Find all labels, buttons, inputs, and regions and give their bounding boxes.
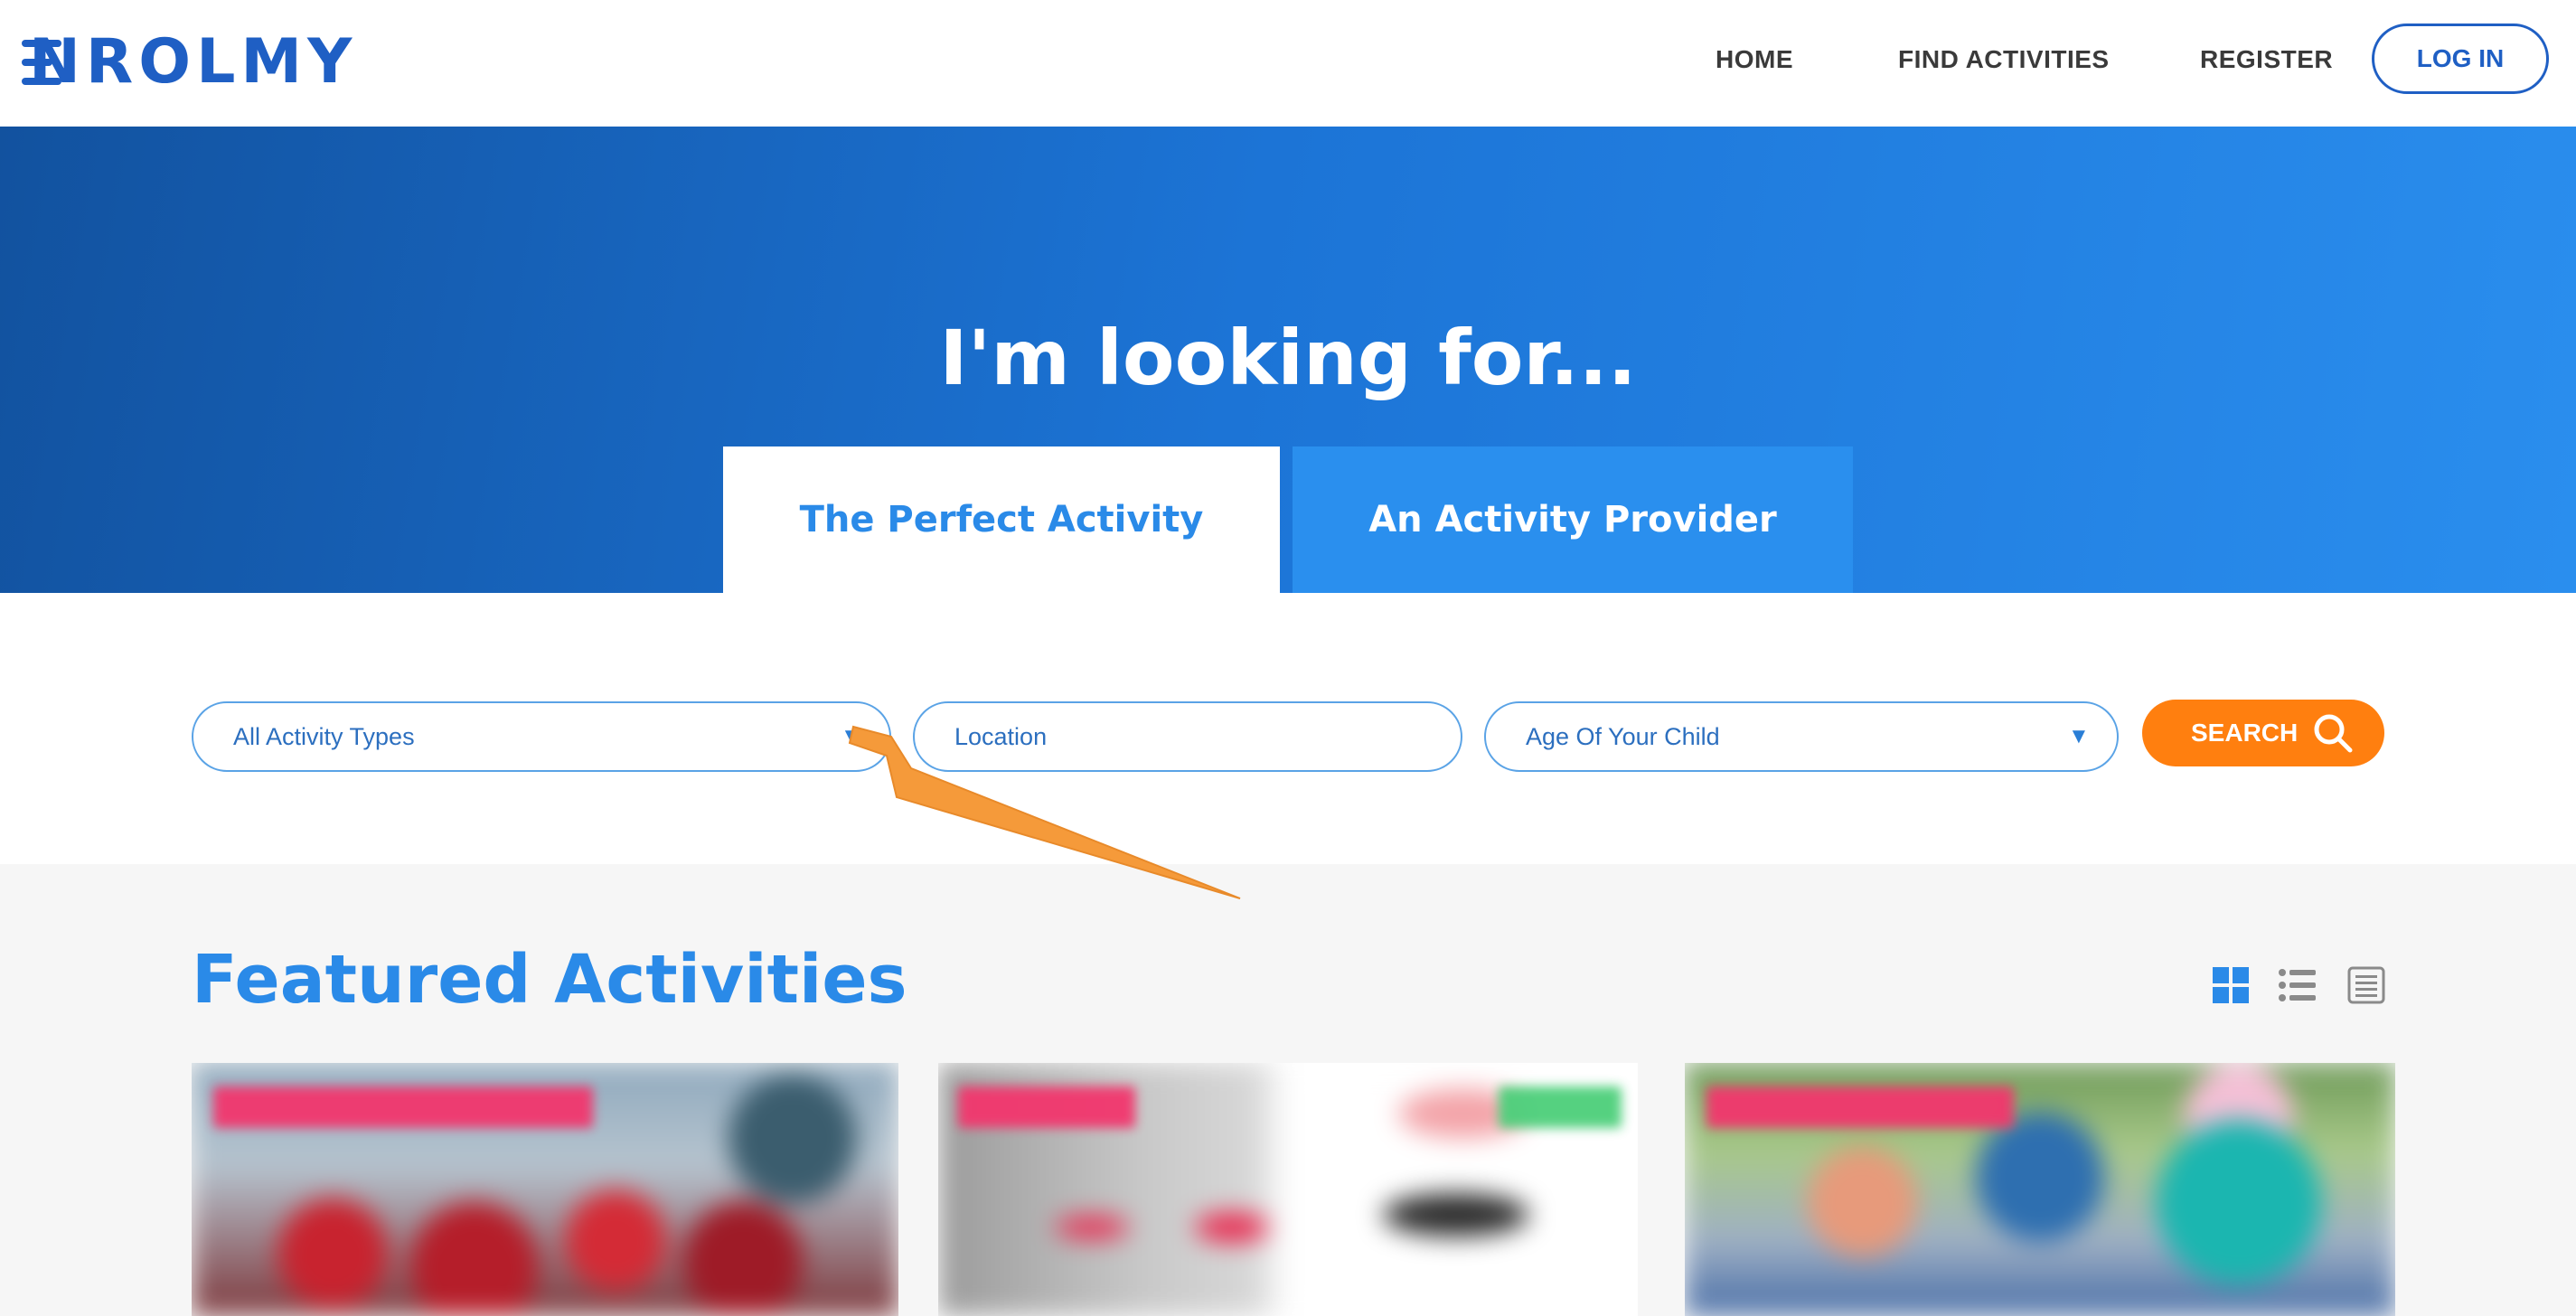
detail-view-icon[interactable] (2346, 965, 2386, 1005)
category-tag (213, 1086, 593, 1128)
site-header: NROLMY HOME FIND ACTIVITIES REGISTER LOG… (0, 0, 2576, 127)
logo-text: NROLMY (29, 26, 358, 98)
hero-title: I'm looking for... (939, 314, 1637, 402)
nav-register-link[interactable]: REGISTER (2200, 42, 2333, 78)
featured-title: Featured Activities (192, 941, 907, 1019)
nav-find-activities-link[interactable]: FIND ACTIVITIES (1898, 42, 2110, 78)
grid-view-icon[interactable] (2211, 965, 2251, 1005)
search-button[interactable]: SEARCH (2142, 700, 2384, 766)
tab-activity-provider[interactable]: An Activity Provider (1293, 446, 1853, 593)
age-select[interactable]: Age Of Your Child ▼ (1484, 701, 2119, 772)
category-tag (958, 1086, 1135, 1128)
location-input[interactable]: Location (913, 701, 1462, 772)
activity-type-select[interactable]: All Activity Types ▼ (192, 701, 891, 772)
status-badge (1499, 1086, 1622, 1128)
activity-card[interactable] (938, 1063, 1638, 1316)
search-button-label: SEARCH (2191, 719, 2299, 747)
activity-card[interactable] (192, 1063, 898, 1316)
list-view-icon[interactable] (2278, 965, 2317, 1005)
location-placeholder: Location (954, 723, 1048, 750)
nav-home-link[interactable]: HOME (1716, 42, 1793, 78)
tab-perfect-activity[interactable]: The Perfect Activity (723, 446, 1280, 593)
activity-type-value: All Activity Types (233, 723, 415, 750)
caret-down-icon: ▼ (2068, 724, 2090, 748)
age-value: Age Of Your Child (1526, 723, 1720, 750)
caret-down-icon: ▼ (841, 724, 862, 748)
login-button[interactable]: LOG IN (2372, 24, 2549, 94)
activity-card[interactable] (1685, 1063, 2395, 1316)
search-icon (2314, 714, 2353, 753)
enrolmy-logo[interactable]: NROLMY (22, 31, 356, 94)
hero-banner: I'm looking for... (0, 127, 2576, 593)
category-tag (1706, 1086, 2014, 1128)
